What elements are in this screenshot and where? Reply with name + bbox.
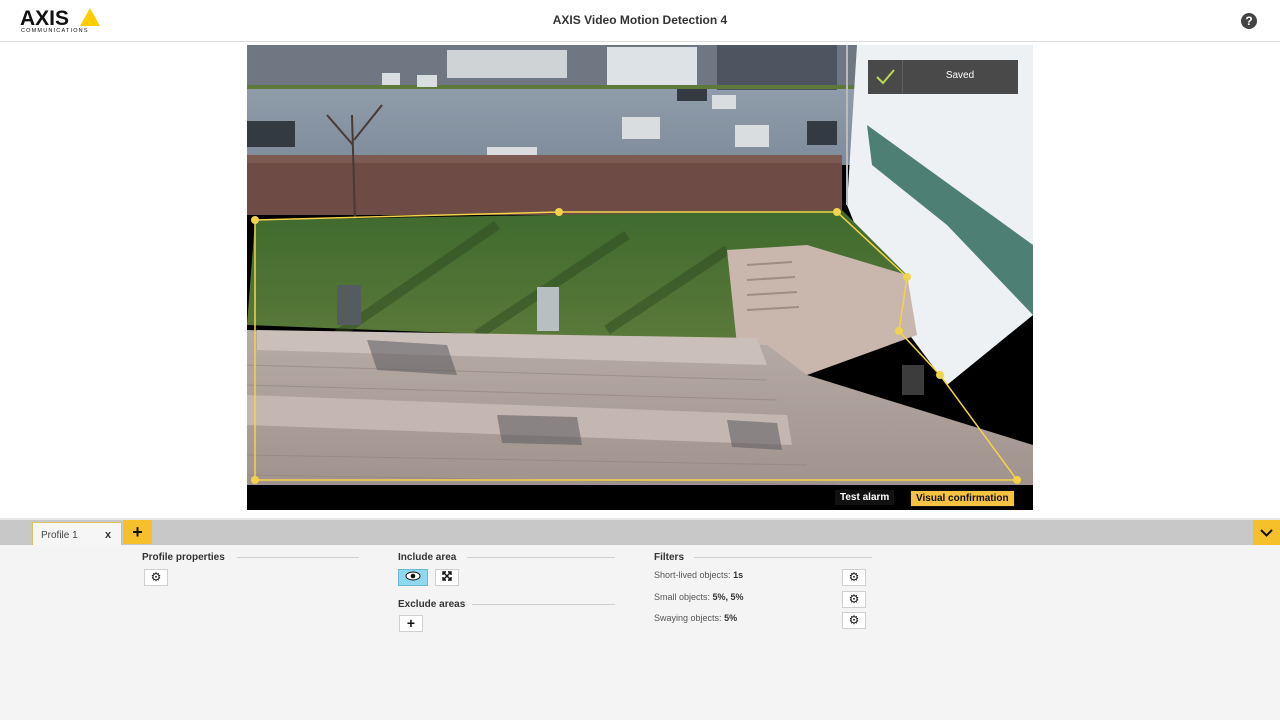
- short-lived-settings-button[interactable]: ⚙: [842, 569, 866, 586]
- collapse-panel-button[interactable]: [1253, 520, 1280, 545]
- section-rule: [472, 604, 615, 605]
- fit-area-button[interactable]: [435, 569, 459, 586]
- gear-icon: ⚙: [848, 570, 860, 584]
- exclude-areas-title: Exclude areas: [398, 599, 466, 610]
- filter-short-lived: Short-lived objects: 1s: [654, 570, 743, 580]
- small-objects-settings-button[interactable]: ⚙: [842, 591, 866, 608]
- visual-confirmation-button[interactable]: Visual confirmation: [910, 490, 1015, 507]
- filter-value: 1s: [733, 570, 744, 580]
- camera-scene: [247, 45, 1033, 510]
- close-tab-icon[interactable]: x: [105, 529, 111, 541]
- check-icon: [868, 60, 903, 94]
- filter-label: Swaying objects:: [654, 613, 722, 623]
- filter-label: Small objects:: [654, 592, 711, 602]
- add-exclude-area-button[interactable]: +: [399, 615, 423, 632]
- filter-value: 5%, 5%: [712, 592, 744, 602]
- expand-icon: [442, 571, 452, 581]
- logo-subtext: COMMUNICATIONS: [21, 28, 89, 34]
- include-area-title: Include area: [398, 552, 457, 563]
- profile-tab-bar: Profile 1 x +: [0, 520, 1280, 545]
- section-rule: [467, 557, 615, 558]
- filter-label: Short-lived objects:: [654, 570, 731, 580]
- plus-icon: +: [406, 615, 416, 631]
- section-rule: [694, 557, 872, 558]
- tab-label: Profile 1: [41, 530, 78, 541]
- section-rule: [237, 557, 359, 558]
- add-profile-button[interactable]: +: [123, 520, 152, 544]
- eye-icon: [405, 571, 421, 581]
- filter-value: 5%: [724, 613, 738, 623]
- chevron-down-icon: [1260, 529, 1273, 537]
- filter-small-objects: Small objects: 5%, 5%: [654, 592, 744, 602]
- video-view[interactable]: Saved Test alarm Visual confirmation: [247, 45, 1033, 510]
- help-icon[interactable]: ?: [1241, 13, 1257, 29]
- profile-properties-title: Profile properties: [142, 552, 225, 563]
- gear-icon: ⚙: [848, 613, 860, 627]
- tab-profile-1[interactable]: Profile 1 x: [32, 522, 122, 545]
- test-alarm-button[interactable]: Test alarm: [835, 490, 895, 505]
- filter-swaying-objects: Swaying objects: 5%: [654, 613, 737, 623]
- saved-label: Saved: [945, 70, 975, 81]
- filters-title: Filters: [654, 552, 685, 563]
- show-area-toggle[interactable]: [398, 569, 428, 586]
- swaying-objects-settings-button[interactable]: ⚙: [842, 612, 866, 629]
- gear-icon: ⚙: [848, 592, 860, 606]
- app-title: AXIS Video Motion Detection 4: [552, 13, 728, 27]
- profile-settings-button[interactable]: ⚙: [144, 569, 168, 586]
- top-bar: AXIS COMMUNICATIONS AXIS Video Motion De…: [0, 0, 1280, 42]
- visual-confirmation-label: Visual confirmation: [916, 493, 1009, 504]
- saved-notification: Saved: [868, 60, 1018, 94]
- gear-icon: ⚙: [150, 570, 162, 584]
